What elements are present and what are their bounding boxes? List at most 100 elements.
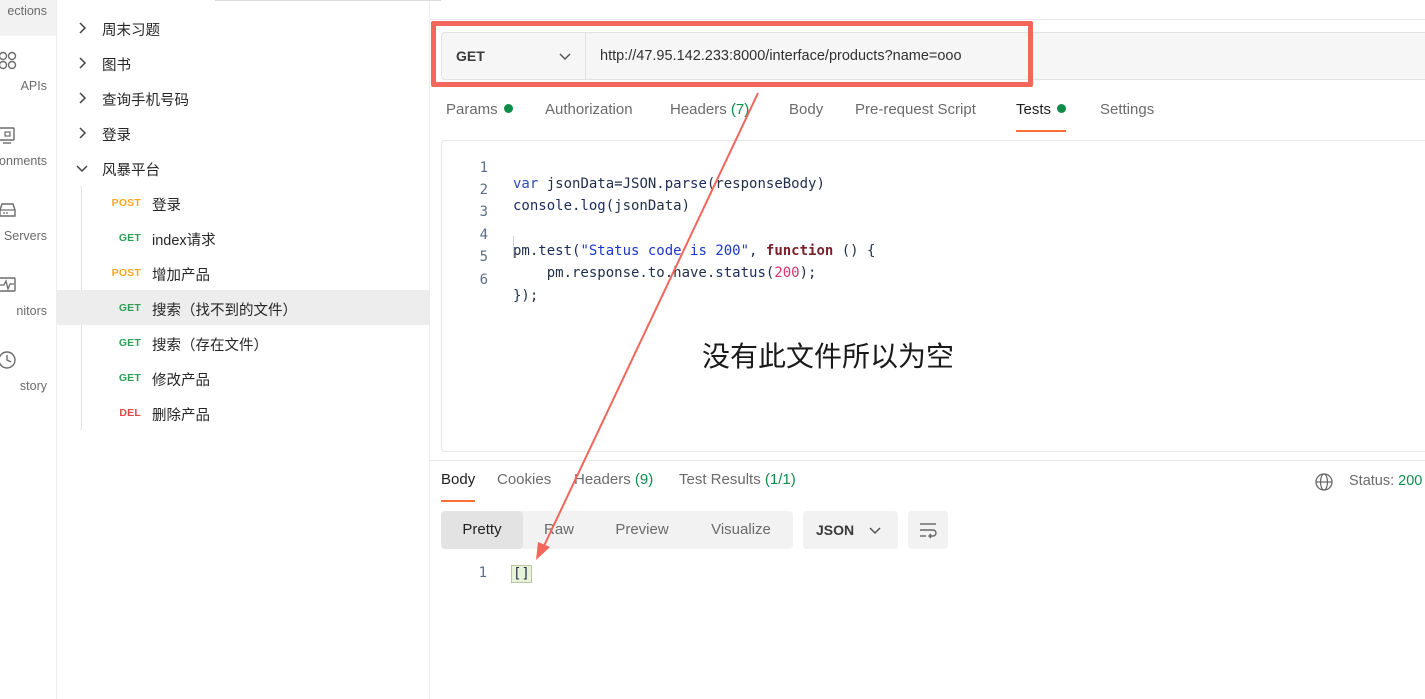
request-name: 搜索（存在文件） (152, 338, 268, 354)
status-text: Status: 200 (1349, 473, 1422, 489)
tab-label: Body (789, 101, 824, 118)
mock-servers-icon (0, 203, 16, 217)
status-value: 200 (1398, 473, 1423, 489)
rail-item-history[interactable]: story (0, 344, 56, 416)
tab-response-body[interactable]: Body (441, 471, 476, 502)
tab-response-headers[interactable]: Headers (9) (574, 471, 653, 501)
tab-count: (9) (634, 471, 654, 488)
annotation-text: 没有此文件所以为空 (702, 340, 955, 373)
tab-settings[interactable]: Settings (1100, 101, 1154, 131)
tests-code-editor[interactable]: 1 var jsonData=JSON.parse(responseBody) … (441, 140, 1425, 452)
rail-item-apis[interactable]: APIs (0, 44, 56, 116)
tree-request-item[interactable]: GET index请求 (57, 220, 430, 255)
rail-label-apis: APIs (20, 79, 47, 93)
chevron-right-icon (79, 57, 87, 69)
request-name: index请求 (152, 233, 216, 249)
collection-tree: 周末习题 图书 查询手机号码 登录 风暴平台 POST 登录 GET index… (57, 0, 441, 699)
apis-icon (0, 51, 17, 70)
tree-request-item-selected[interactable]: GET 搜索（找不到的文件） (57, 290, 430, 325)
folder-label: 图书 (102, 58, 131, 74)
tab-body[interactable]: Body (789, 101, 823, 131)
rail-item-collections[interactable]: ections (0, 0, 56, 36)
tree-folder-expanded[interactable]: 风暴平台 (57, 150, 430, 185)
response-body-value[interactable]: [] (511, 565, 532, 583)
rail-label-collections: ections (7, 4, 47, 18)
method-badge: GET (118, 337, 141, 349)
code-line: 5 pm.response.to.have.status(200); (442, 233, 1425, 281)
folder-label: 风暴平台 (102, 163, 160, 179)
method-badge: GET (118, 232, 141, 244)
tree-folder[interactable]: 查询手机号码 (57, 80, 430, 115)
wrap-lines-button[interactable] (908, 511, 948, 549)
folder-label: 登录 (102, 128, 131, 144)
status-dot (1057, 104, 1067, 113)
rail-label-environments: onments (0, 154, 47, 168)
code-line: 1 var jsonData=JSON.parse(responseBody) (442, 144, 1425, 192)
method-badge: POST (111, 197, 141, 209)
chevron-right-icon (79, 22, 87, 34)
monitors-icon (0, 277, 16, 292)
code-line: 4 pm.test("Status code is 200", function… (442, 211, 1425, 259)
tab-label: Headers (670, 101, 727, 118)
tab-label: Settings (1100, 101, 1155, 118)
line-number: 6 (479, 272, 488, 288)
view-pretty-button[interactable]: Pretty (441, 511, 523, 549)
method-badge: GET (118, 372, 141, 384)
annotation-highlight-box (431, 21, 1033, 87)
tab-authorization[interactable]: Authorization (545, 101, 633, 131)
tab-strip (430, 0, 1425, 20)
rail-label-history: story (19, 379, 47, 393)
request-name: 搜索（找不到的文件） (152, 303, 297, 319)
format-dropdown[interactable]: JSON (803, 511, 898, 549)
rail-item-mock-servers[interactable]: Servers (0, 194, 56, 266)
tree-request-item[interactable]: POST 登录 (57, 185, 430, 220)
response-view-switch: Pretty Raw Preview Visualize (441, 511, 793, 549)
tab-test-results[interactable]: Test Results (1/1) (679, 471, 796, 501)
tree-request-item[interactable]: GET 修改产品 (57, 360, 430, 395)
tree-search-underline (215, 0, 441, 1)
tree-folder[interactable]: 图书 (57, 45, 430, 80)
chevron-down-icon (869, 527, 881, 535)
tab-count: (7) (730, 101, 750, 118)
tab-tests[interactable]: Tests (1016, 101, 1067, 132)
chevron-right-icon (79, 92, 87, 104)
rail-label-mock-servers: Servers (3, 229, 47, 243)
method-badge: DEL (119, 407, 141, 419)
response-body-line: 1 [] (430, 565, 730, 587)
code-line: 6 }); (442, 256, 1425, 304)
tree-folder[interactable]: 登录 (57, 115, 430, 150)
tab-label: Cookies (497, 471, 552, 488)
method-badge: GET (118, 302, 141, 314)
pane-divider[interactable] (430, 460, 1425, 461)
chevron-right-icon (79, 127, 87, 139)
view-visualize-button[interactable]: Visualize (697, 511, 785, 549)
globe-icon[interactable] (1314, 472, 1334, 492)
wrap-lines-icon (920, 523, 937, 539)
tree-request-item[interactable]: GET 搜索（存在文件） (57, 325, 430, 360)
history-icon (0, 351, 16, 369)
tab-count: (1/1) (764, 471, 796, 488)
bracket-match: [] (511, 565, 532, 583)
view-preview-button[interactable]: Preview (601, 511, 683, 549)
tab-params[interactable]: Params (446, 101, 513, 131)
folder-label: 查询手机号码 (102, 93, 189, 109)
rail-item-environments[interactable]: onments (0, 119, 56, 191)
tab-pre-request-script[interactable]: Pre-request Script (855, 101, 976, 131)
format-value: JSON (816, 522, 855, 538)
chevron-down-icon (76, 165, 88, 173)
tab-label: Test Results (679, 471, 761, 488)
request-name: 增加产品 (152, 268, 210, 284)
folder-label: 周末习题 (102, 23, 160, 39)
tree-request-item[interactable]: POST 增加产品 (57, 255, 430, 290)
tree-folder[interactable]: 周末习题 (57, 10, 430, 45)
tab-headers[interactable]: Headers (7) (670, 101, 749, 131)
left-nav-rail: ections APIs onments Servers nitors stor… (0, 0, 57, 699)
rail-item-monitors[interactable]: nitors (0, 269, 56, 341)
tab-label: Params (446, 101, 498, 118)
view-raw-button[interactable]: Raw (525, 511, 593, 549)
request-name: 修改产品 (152, 373, 210, 389)
tab-cookies[interactable]: Cookies (497, 471, 551, 501)
status-label: Status: (1349, 473, 1395, 489)
status-dot (503, 104, 513, 113)
tree-request-item[interactable]: DEL 删除产品 (57, 395, 430, 430)
